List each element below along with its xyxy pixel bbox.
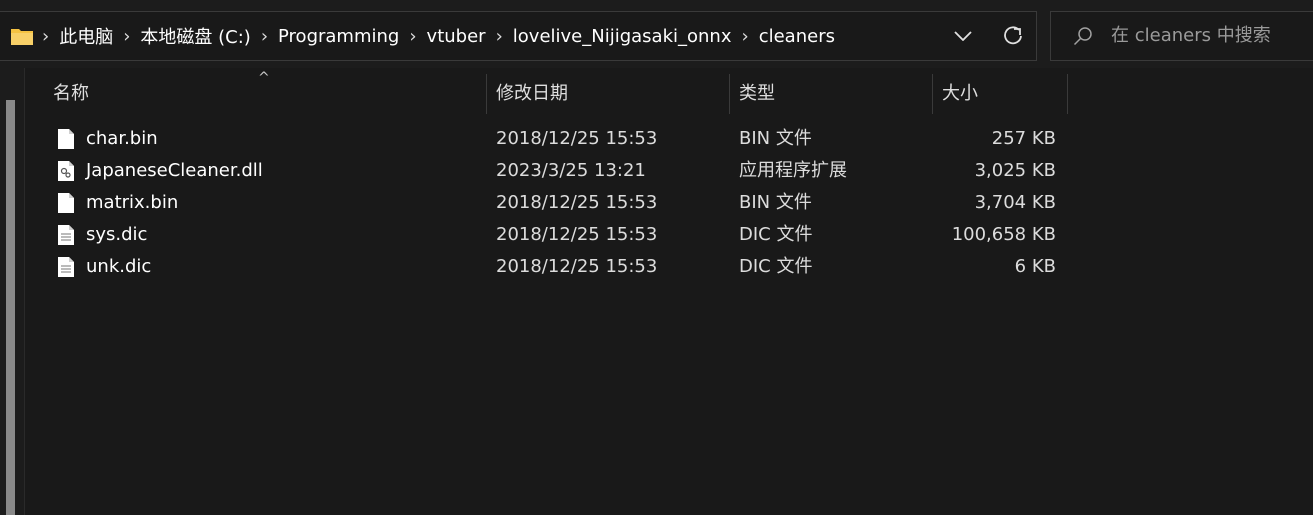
sort-ascending-icon: ^	[258, 70, 270, 86]
file-row[interactable]: char.bin 2018/12/25 15:53 BIN 文件 257 KB	[0, 123, 1313, 155]
breadcrumb-item-local-disk[interactable]: 本地磁盘 (C:)	[140, 23, 250, 49]
text-file-icon	[57, 224, 75, 251]
refresh-icon[interactable]	[996, 12, 1030, 60]
file-type: BIN 文件	[739, 128, 812, 149]
file-name: unk.dic	[86, 256, 152, 277]
file-size: 3,025 KB	[974, 160, 1056, 181]
file-name: JapaneseCleaner.dll	[86, 160, 263, 181]
breadcrumb-item-project[interactable]: lovelive_Nijigasaki_onnx	[513, 26, 732, 47]
column-headers: ^ 名称 修改日期 类型 大小	[0, 70, 1313, 114]
breadcrumb-item-vtuber[interactable]: vtuber	[427, 26, 486, 47]
chevron-right-icon[interactable]: ›	[496, 26, 503, 47]
file-row[interactable]: JapaneseCleaner.dll 2023/3/25 13:21 应用程序…	[0, 155, 1313, 187]
chevron-down-icon[interactable]	[948, 12, 978, 60]
file-size: 100,658 KB	[951, 224, 1056, 245]
file-type: BIN 文件	[739, 192, 812, 213]
file-size: 257 KB	[991, 128, 1056, 149]
file-type: DIC 文件	[739, 256, 813, 277]
navigation-bar: › 此电脑 › 本地磁盘 (C:) › Programming › vtuber…	[0, 0, 1313, 68]
file-size: 3,704 KB	[974, 192, 1056, 213]
dll-file-icon	[57, 160, 75, 187]
column-header-type[interactable]: 类型	[739, 74, 775, 114]
file-name: char.bin	[86, 128, 158, 149]
file-row[interactable]: unk.dic 2018/12/25 15:53 DIC 文件 6 KB	[0, 251, 1313, 283]
text-file-icon	[57, 256, 75, 283]
column-divider[interactable]	[932, 74, 933, 114]
search-input[interactable]: 在 cleaners 中搜索	[1050, 11, 1313, 61]
chevron-right-icon[interactable]: ›	[409, 26, 416, 47]
search-icon	[1073, 26, 1093, 51]
file-row[interactable]: sys.dic 2018/12/25 15:53 DIC 文件 100,658 …	[0, 219, 1313, 251]
file-date: 2018/12/25 15:53	[496, 128, 658, 149]
column-divider[interactable]	[729, 74, 730, 114]
file-date: 2018/12/25 15:53	[496, 256, 658, 277]
search-placeholder: 在 cleaners 中搜索	[1111, 25, 1271, 46]
chevron-right-icon[interactable]: ›	[42, 26, 49, 47]
file-date: 2018/12/25 15:53	[496, 224, 658, 245]
chevron-right-icon[interactable]: ›	[123, 26, 130, 47]
address-bar[interactable]: › 此电脑 › 本地磁盘 (C:) › Programming › vtuber…	[0, 11, 1037, 61]
file-icon	[57, 128, 75, 155]
chevron-right-icon[interactable]: ›	[261, 26, 268, 47]
file-name: matrix.bin	[86, 192, 179, 213]
breadcrumb-item-this-pc[interactable]: 此电脑	[59, 23, 113, 49]
file-row[interactable]: matrix.bin 2018/12/25 15:53 BIN 文件 3,704…	[0, 187, 1313, 219]
file-type: DIC 文件	[739, 224, 813, 245]
file-name: sys.dic	[86, 224, 148, 245]
column-header-date[interactable]: 修改日期	[496, 74, 568, 114]
file-size: 6 KB	[1014, 256, 1056, 277]
chevron-right-icon[interactable]: ›	[742, 26, 749, 47]
column-header-size[interactable]: 大小	[942, 74, 978, 114]
breadcrumb-item-programming[interactable]: Programming	[278, 26, 399, 47]
file-date: 2023/3/25 13:21	[496, 160, 646, 181]
file-date: 2018/12/25 15:53	[496, 192, 658, 213]
breadcrumb-item-cleaners[interactable]: cleaners	[759, 26, 835, 47]
breadcrumb: › 此电脑 › 本地磁盘 (C:) › Programming › vtuber…	[40, 12, 843, 60]
column-divider[interactable]	[1067, 74, 1068, 114]
column-header-name[interactable]: 名称	[53, 74, 89, 114]
folder-icon	[10, 26, 34, 51]
file-type: 应用程序扩展	[739, 160, 847, 181]
column-divider[interactable]	[486, 74, 487, 114]
file-icon	[57, 192, 75, 219]
